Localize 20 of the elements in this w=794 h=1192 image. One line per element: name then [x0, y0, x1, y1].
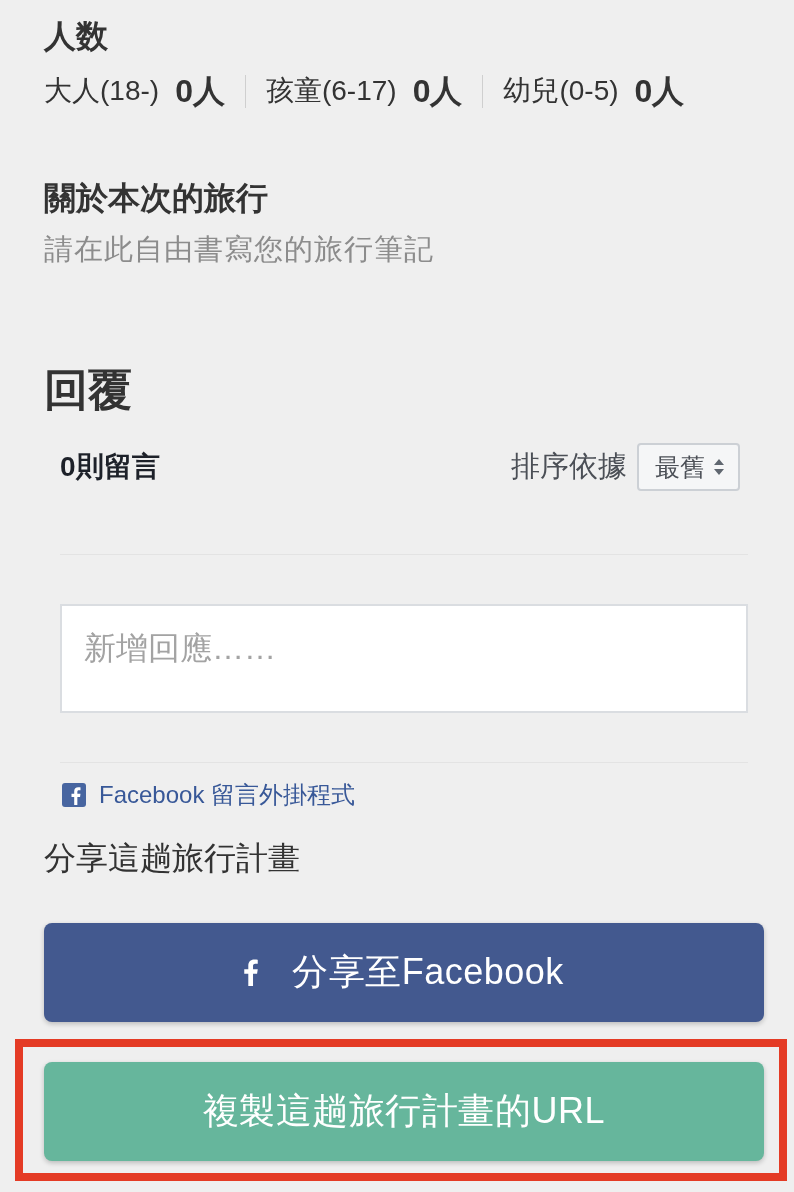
guest-count: 0人 [634, 72, 685, 111]
comments-plugin-link[interactable]: Facebook 留言外掛程式 [60, 780, 356, 810]
guest-count: 0人 [175, 72, 225, 111]
section-heading: 分享這趟旅行計畫 [44, 839, 301, 878]
share-button[interactable]: 分享至Facebook [44, 923, 764, 1022]
section-heading: 人数 [44, 17, 109, 56]
comment-count: 0則留言 [60, 450, 160, 484]
sort-caret-icon [714, 459, 724, 475]
sort-dropdown[interactable]: 最舊 [637, 443, 740, 491]
sort-label: 排序依據 [511, 449, 627, 484]
age-group-label: 大人(18-) [44, 74, 160, 108]
comment-field[interactable]: 新增回應…… [60, 604, 748, 713]
age-group-label: 幼兒(0-5) [503, 74, 619, 108]
section-heading: 關於本次的旅行 [44, 179, 269, 218]
trip-note: 請在此自由書寫您的旅行筆記 [44, 232, 435, 267]
guest-count: 0人 [412, 72, 463, 111]
f-logo-icon [244, 959, 259, 986]
section-heading: 回覆 [44, 364, 133, 416]
age-group-label: 孩童(6-17) [265, 74, 397, 108]
f-square-icon [62, 783, 86, 807]
